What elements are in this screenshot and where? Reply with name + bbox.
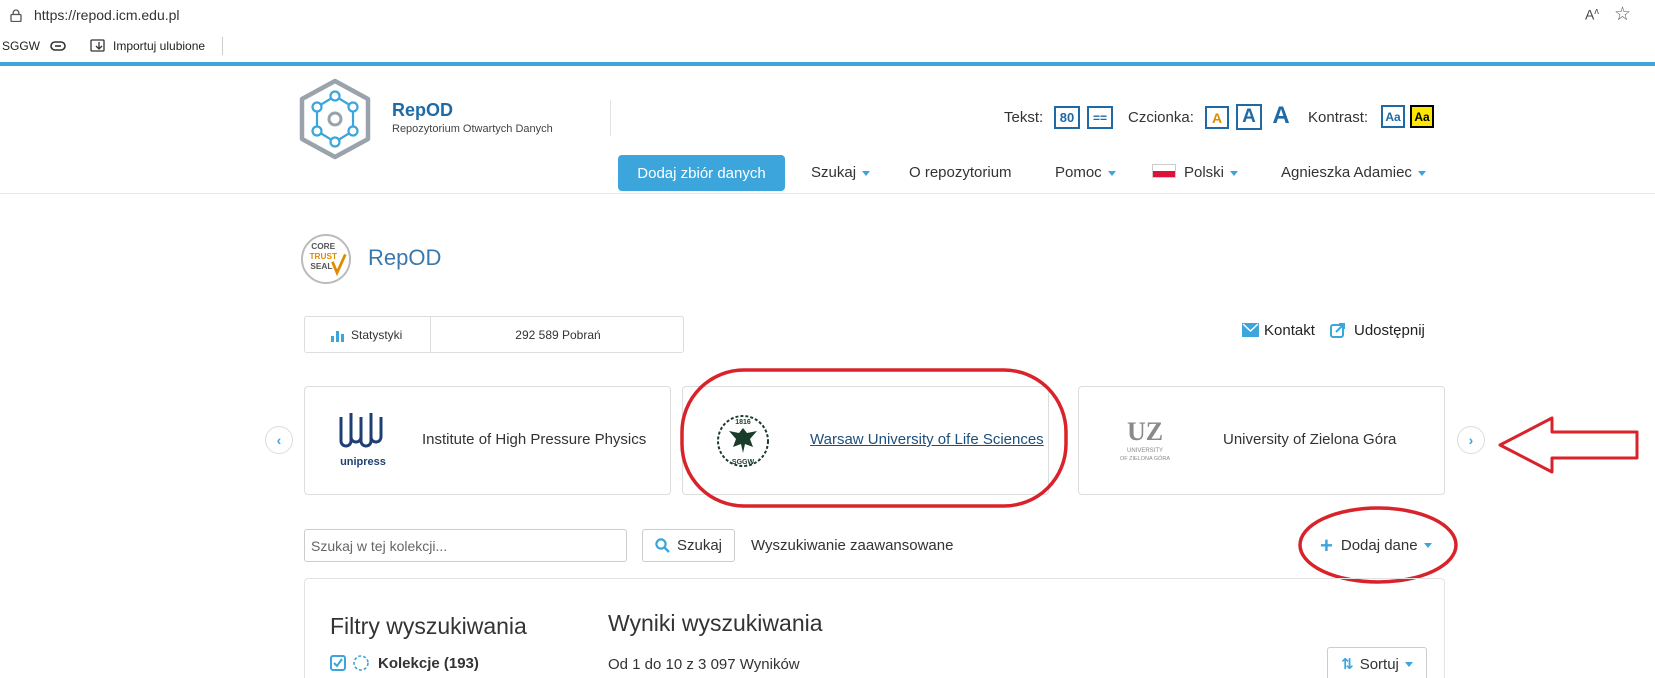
carousel-prev-button[interactable]: ‹ [265, 426, 293, 454]
uz-logo-line-1: UNIVERSITY [1127, 448, 1163, 454]
collection-search-input[interactable] [304, 529, 627, 562]
nav-user[interactable]: Agnieszka Adamiec [1281, 164, 1426, 181]
import-favorites-icon [90, 39, 105, 52]
contrast-label: Kontrast: [1308, 109, 1369, 126]
site-subtitle: Repozytorium Otwartych Danych [392, 123, 553, 135]
header-separator [610, 100, 611, 136]
search-button-label: Szukaj [676, 537, 723, 554]
unipress-logo: unipress [339, 413, 386, 468]
envelope-icon[interactable] [1242, 323, 1259, 337]
carousel-card-uz[interactable]: UZ UNIVERSITY OF ZIELONA GÓRA University… [1078, 386, 1445, 495]
nav-search-label: Szukaj [811, 164, 857, 181]
share-icon[interactable] [1330, 322, 1346, 338]
bar-chart-icon [331, 331, 344, 342]
repod-logo[interactable] [298, 78, 372, 160]
contrast-normal-button[interactable]: Aa [1381, 105, 1405, 128]
filter-collections[interactable]: Kolekcje (193) [378, 655, 479, 672]
nav-user-label: Agnieszka Adamiec [1281, 164, 1412, 181]
uz-logo-mark: UZ [1127, 417, 1163, 446]
caret-down-icon [1417, 170, 1426, 176]
badge-line-1: CORE [311, 242, 335, 251]
favorites-separator [222, 37, 223, 55]
annotation-arrow-icon [1498, 416, 1639, 474]
font-large-button[interactable]: A [1267, 101, 1295, 130]
site-title[interactable]: RepOD [392, 100, 453, 121]
nav-search[interactable]: Szukaj [811, 164, 871, 181]
caret-down-icon [1404, 661, 1413, 667]
caret-down-icon [862, 170, 871, 176]
filters-title: Filtry wyszukiwania [330, 613, 527, 639]
chevron-left-icon: ‹ [276, 432, 282, 448]
nav-language-label: Polski [1184, 164, 1225, 181]
search-button[interactable]: Szukaj [642, 529, 735, 562]
results-title: Wyniki wyszukiwania [608, 610, 823, 636]
carousel-card-unipress[interactable]: unipress Institute of High Pressure Phys… [304, 386, 671, 495]
badge-line-2: TRUST [309, 252, 337, 261]
contrast-high-button[interactable]: Aa [1410, 105, 1434, 128]
advanced-search-link[interactable]: Wyszukiwanie zaawansowane [751, 537, 953, 554]
carousel-next-button[interactable]: › [1457, 426, 1485, 454]
chevron-right-icon: › [1468, 432, 1474, 448]
core-trust-seal-badge: CORE TRUST SEAL [301, 234, 351, 284]
read-aloud-icon[interactable]: Aʌ [1585, 6, 1599, 23]
card-name[interactable]: University of Zielona Góra [1223, 431, 1396, 448]
uz-logo-line-2: OF ZIELONA GÓRA [1120, 455, 1170, 462]
results-count: Od 1 do 10 z 3 097 Wyników [608, 656, 800, 673]
caret-down-icon [1423, 543, 1432, 548]
collection-icon [353, 655, 369, 671]
search-icon [655, 538, 670, 553]
nav-help[interactable]: Pomoc [1055, 164, 1116, 181]
font-small-button[interactable]: A [1205, 106, 1229, 129]
checkbox-checked-icon[interactable] [330, 655, 346, 671]
favorite-star-icon[interactable]: ☆ [1614, 3, 1631, 26]
nav-language[interactable]: Polski [1184, 164, 1239, 181]
downloads-count: 292 589 Pobrań [515, 328, 601, 342]
caret-down-icon [1230, 170, 1239, 176]
uz-logo: UZ UNIVERSITY OF ZIELONA GÓRA [1120, 417, 1170, 462]
header-divider [0, 193, 1655, 194]
caret-down-icon [1107, 170, 1116, 176]
collection-title: RepOD [368, 245, 442, 270]
browser-address-bar: https://repod.icm.edu.pl Aʌ ☆ [0, 0, 1655, 32]
text-size-label: Tekst: [1004, 109, 1044, 126]
plus-icon: + [1320, 533, 1333, 558]
nav-about[interactable]: O repozytorium [909, 164, 1012, 181]
text-width-full-button[interactable]: == [1087, 106, 1113, 129]
add-data-button[interactable]: + Dodaj dane [1320, 533, 1432, 558]
add-dataset-button[interactable]: Dodaj zbiór danych [618, 155, 785, 191]
favorite-sggw[interactable]: SGGW [2, 39, 40, 53]
link-icon[interactable] [50, 40, 66, 52]
accent-line [0, 62, 1655, 66]
sort-button[interactable]: ⇅ Sortuj [1327, 647, 1427, 678]
url-field[interactable]: https://repod.icm.edu.pl [34, 7, 180, 23]
nav-help-label: Pomoc [1055, 164, 1102, 181]
polish-flag-icon [1152, 164, 1176, 178]
stats-box: Statystyki 292 589 Pobrań [304, 316, 684, 353]
favorites-bar: SGGW Importuj ulubione [0, 32, 1655, 60]
share-link[interactable]: Udostępnij [1354, 322, 1425, 339]
highlight-ellipse-sggw [680, 368, 1068, 508]
sort-label: Sortuj [1359, 655, 1399, 673]
sort-arrows-icon: ⇅ [1341, 656, 1354, 673]
badge-line-3: SEAL [310, 262, 332, 271]
text-width-80-button[interactable]: 80 [1054, 106, 1080, 129]
lock-icon [10, 9, 22, 22]
add-data-label: Dodaj dane [1340, 537, 1418, 554]
contact-link[interactable]: Kontakt [1264, 322, 1315, 339]
font-medium-button[interactable]: A [1236, 104, 1262, 130]
font-size-label: Czcionka: [1128, 109, 1194, 126]
import-favorites[interactable]: Importuj ulubione [113, 39, 205, 53]
card-name[interactable]: Institute of High Pressure Physics [422, 431, 646, 448]
stats-link[interactable]: Statystyki [351, 328, 402, 342]
unipress-logo-text: unipress [340, 456, 386, 468]
